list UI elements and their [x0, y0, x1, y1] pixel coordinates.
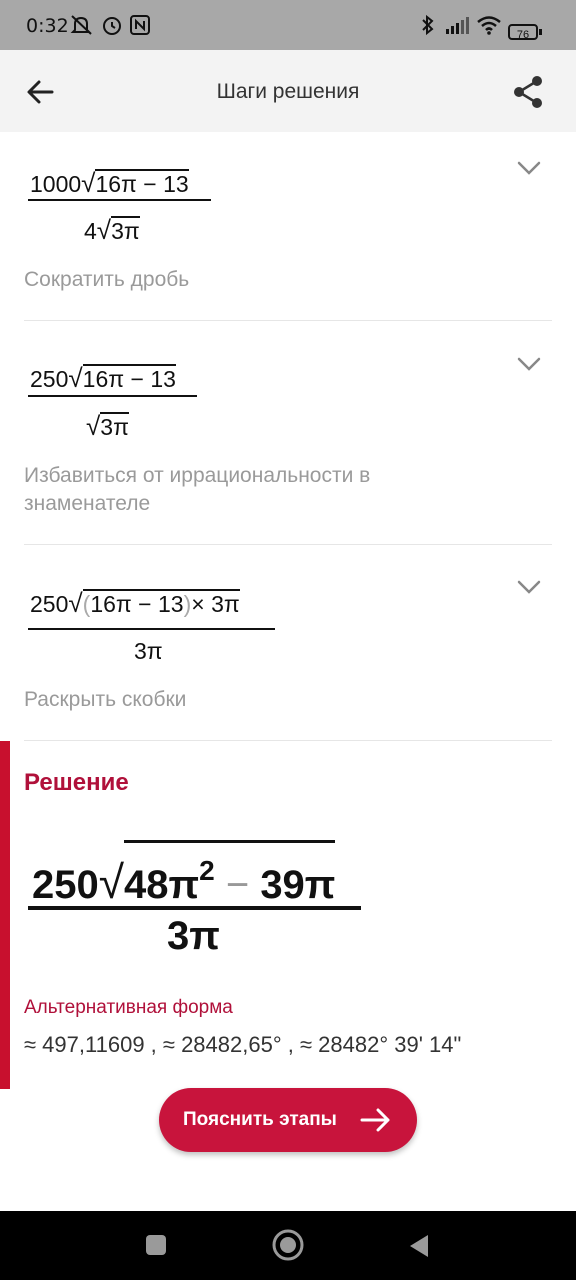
solution-fraction-bar — [28, 906, 361, 910]
step-2-expression: 250√16π − 13 √3π — [28, 355, 218, 445]
chevron-down-icon[interactable] — [515, 354, 543, 374]
step-1-denominator-coef: 4 — [84, 218, 97, 244]
share-icon[interactable] — [508, 72, 548, 112]
divider — [24, 544, 552, 545]
step-1-denominator: 4√3π — [84, 215, 140, 245]
step-3-fraction-bar — [28, 628, 275, 630]
step-2-denominator: √3π — [86, 411, 129, 441]
arrow-right-icon — [360, 1108, 390, 1132]
step-1-numerator: 1000√16π − 13 — [30, 168, 189, 198]
solution-exponent: 2 — [199, 855, 215, 886]
solution-numerator: 250√48π2 − 39π — [32, 840, 336, 913]
alarm-icon — [103, 17, 121, 35]
page-title: Шаги решения — [216, 80, 360, 103]
step-1-numerator-coef: 1000 — [30, 171, 82, 197]
step-1-denominator-radicand: 3π — [111, 216, 140, 244]
bluetooth-icon — [422, 14, 434, 36]
divider — [24, 320, 552, 321]
battery-icon: 76 — [508, 24, 538, 41]
step-3-denominator: 3π — [134, 638, 163, 665]
nav-home-icon[interactable] — [271, 1228, 305, 1262]
solution-term1: 48π — [124, 863, 200, 907]
step-2-denominator-radicand: 3π — [100, 412, 129, 440]
step-3-numerator: 250√(16π − 13)× 3π — [30, 588, 240, 618]
divider — [24, 740, 552, 741]
step-3-numerator-coef: 250 — [30, 591, 69, 617]
status-bar: 0:32 76 — [0, 0, 576, 50]
step-2-numerator: 250√16π − 13 — [30, 363, 176, 393]
solution-title: Решение — [24, 769, 129, 796]
step-1-fraction-bar — [28, 199, 211, 201]
mute-icon — [70, 15, 92, 35]
system-nav-bar — [0, 1211, 576, 1280]
nfc-icon — [130, 15, 150, 35]
step-2-fraction-bar — [28, 395, 197, 397]
solution-minus: − — [225, 863, 250, 907]
solution-denominator: 3π — [167, 914, 220, 958]
explain-steps-label: Пояснить этапы — [183, 1109, 337, 1130]
solution-accent-bar — [0, 741, 10, 1089]
step-3-label: Раскрыть скобки — [24, 688, 187, 711]
signal-icon — [446, 17, 469, 34]
step-1-expression: 1000√16π − 13 4√3π — [28, 160, 218, 250]
step-2-label: Избавиться от иррациональности в знамена… — [24, 464, 371, 515]
step-3-radicand-inner: 16π − 13 — [90, 591, 184, 617]
step-1-label: Сократить дробь — [24, 268, 190, 291]
battery-tip — [539, 29, 542, 35]
step-2-numerator-radicand: 16π − 13 — [82, 364, 176, 392]
chevron-down-icon[interactable] — [515, 577, 543, 597]
app-bar: Шаги решения — [0, 50, 576, 132]
status-time: 0:32 — [26, 15, 69, 37]
battery-level: 76 — [516, 29, 530, 41]
wifi-icon — [477, 16, 501, 35]
alternative-form-title: Альтернативная форма — [24, 997, 233, 1018]
step-1-numerator-radicand: 16π − 13 — [95, 169, 189, 197]
explain-steps-button[interactable]: Пояснить этапы — [159, 1088, 417, 1152]
step-3-denominator-value: 3π — [134, 638, 163, 664]
chevron-down-icon[interactable] — [515, 158, 543, 178]
step-3-radicand-rest: × 3π — [191, 591, 240, 617]
solution-term2: 39π — [260, 863, 336, 907]
nav-recents-icon[interactable] — [146, 1235, 166, 1255]
nav-back-icon[interactable] — [406, 1232, 432, 1260]
alternative-form-values: ≈ 497,11609 , ≈ 28482,65° , ≈ 28482° 39'… — [24, 1032, 462, 1057]
step-2-numerator-coef: 250 — [30, 366, 69, 392]
solution-coef: 250 — [32, 863, 99, 907]
solution-expression: 250√48π2 − 39π 3π — [28, 822, 368, 962]
step-3-expression: 250√(16π − 13)× 3π 3π — [28, 580, 288, 670]
